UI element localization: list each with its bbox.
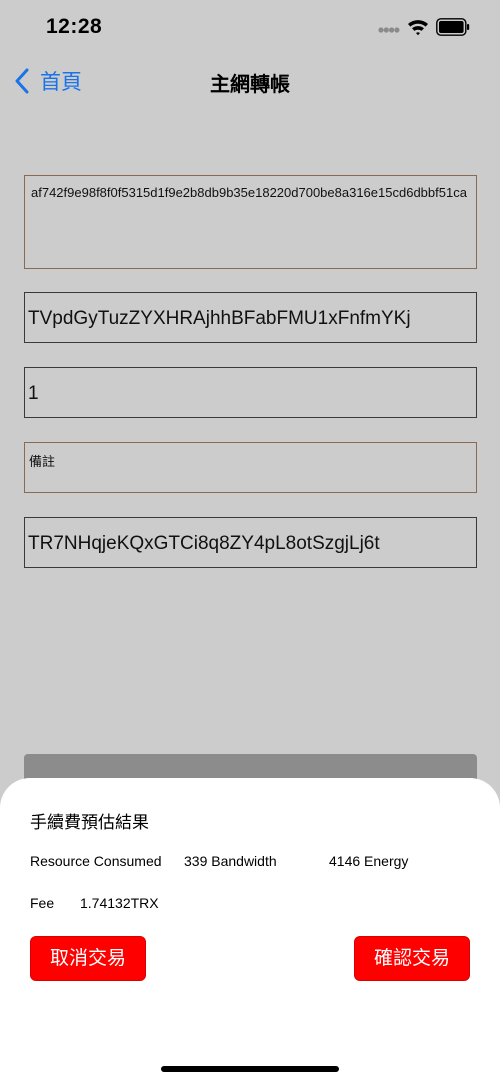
fee-label: Fee [30, 895, 55, 911]
cellular-signal-icon [378, 27, 400, 33]
fee-value: 1.74132TRX [80, 895, 159, 911]
battery-icon [436, 18, 470, 36]
status-bar: 12:28 [0, 0, 500, 56]
cancel-transaction-button[interactable]: 取消交易 [30, 936, 146, 981]
resource-label: Resource Consumed [30, 853, 162, 869]
wifi-icon [408, 20, 428, 36]
to-address-field[interactable]: TR7NHqjeKQxGTCi8q8ZY4pL8otSzgjLj6t [24, 517, 477, 568]
fee-estimate-sheet: 手續費預估結果 Resource Consumed 339 Bandwidth … [0, 778, 500, 1082]
txid-field[interactable]: af742f9e98f8f0f5315d1f9e2b8db9b35e18220d… [24, 175, 477, 269]
memo-field[interactable]: 備註 [24, 442, 477, 493]
status-time: 12:28 [46, 15, 103, 38]
amount-field[interactable]: 1 [24, 367, 477, 418]
home-indicator[interactable] [161, 1066, 339, 1072]
sheet-title: 手續費預估結果 [30, 813, 149, 832]
energy-value: 4146 Energy [329, 853, 409, 869]
confirm-transaction-button[interactable]: 確認交易 [354, 936, 470, 981]
page-title: 主網轉帳 [210, 74, 290, 96]
from-address-field[interactable]: TVpdGyTuzZYXHRAjhhBFabFMU1xFnfmYKj [24, 292, 477, 343]
bandwidth-value: 339 Bandwidth [184, 853, 277, 869]
